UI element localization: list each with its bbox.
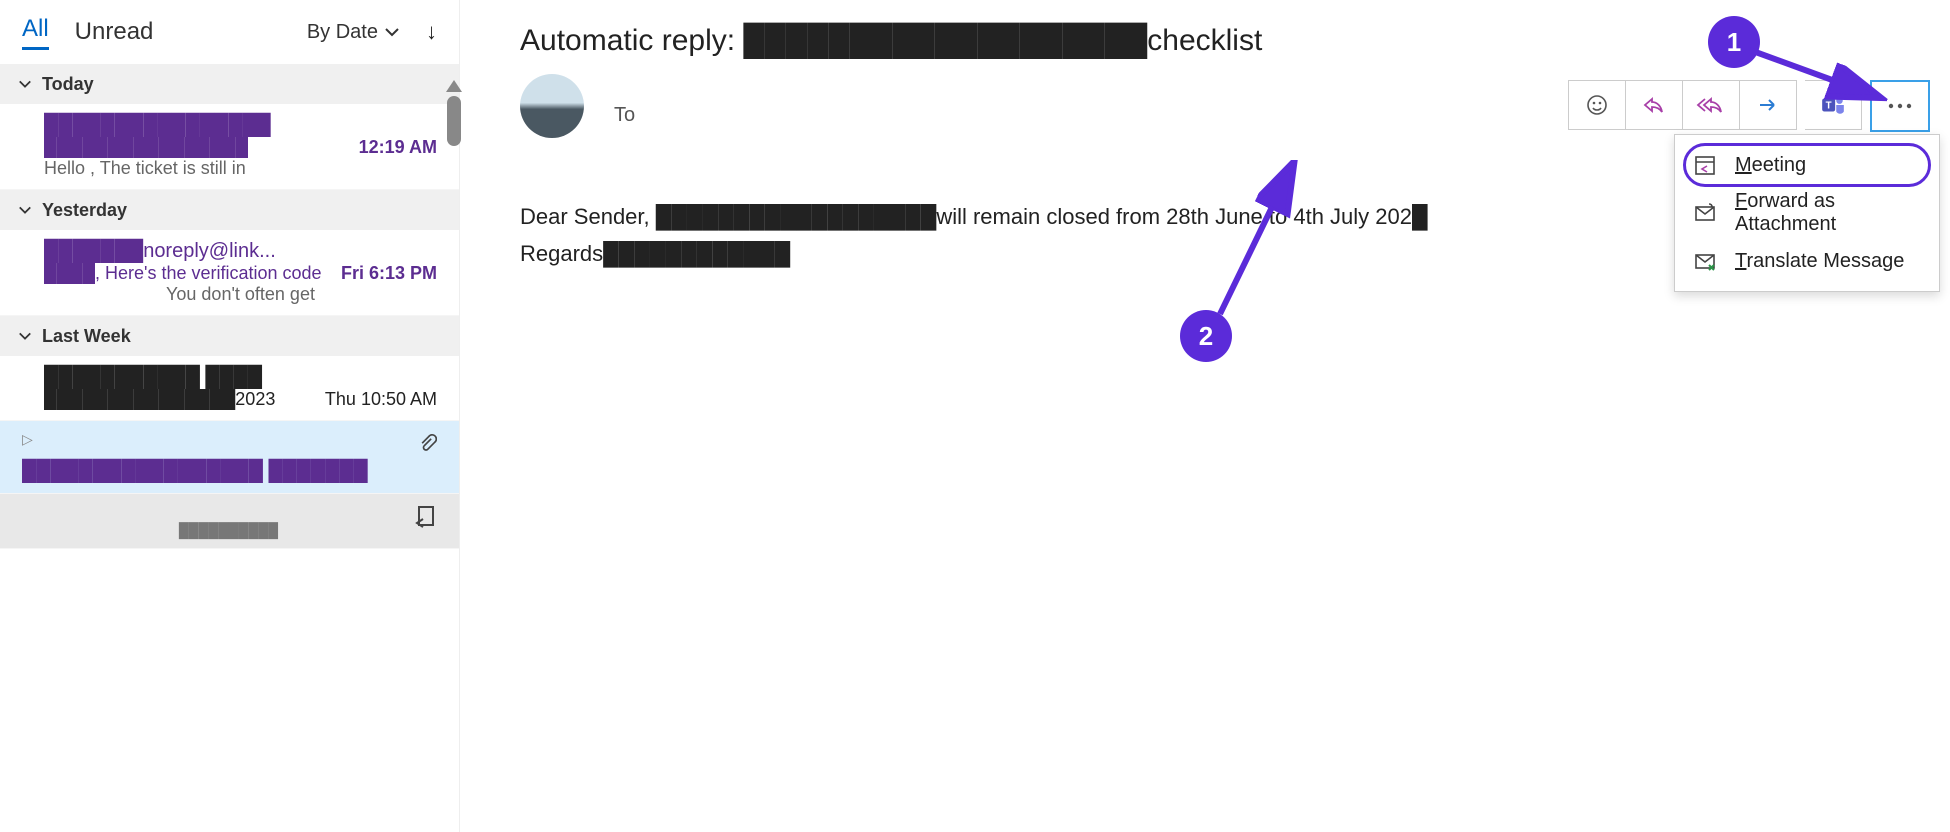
message-item-selected[interactable]: ▷ █████████████████ ███████ (0, 421, 459, 494)
translate-icon (1693, 249, 1717, 273)
email-subject: Automatic reply: ███████████████████chec… (520, 24, 1950, 58)
teams-button[interactable]: T (1805, 80, 1862, 130)
filter-tab-all[interactable]: All (22, 15, 49, 50)
ellipsis-icon (1887, 102, 1913, 110)
menu-label: Forward as AttachmentForward as Attachme… (1735, 190, 1921, 236)
body-line: Dear Sender, ██████████████████will rema… (520, 198, 1500, 235)
message-time: Thu 10:50 AM (325, 389, 437, 410)
sort-label: By Date (307, 21, 378, 44)
message-actions: T (1568, 80, 1930, 132)
message-preview: You don't often get (44, 284, 437, 305)
sender-avatar[interactable] (520, 74, 584, 138)
smiley-icon (1585, 93, 1609, 117)
svg-text:T: T (1826, 100, 1832, 111)
message-subject: ████, Here's the verification code (44, 263, 331, 284)
reply-icon (1641, 93, 1667, 117)
message-preview: Hello , The ticket is still in (44, 158, 437, 179)
filter-bar: All Unread By Date ↓ (0, 0, 459, 64)
teams-icon: T (1820, 92, 1846, 118)
reply-button[interactable] (1626, 80, 1683, 130)
reply-all-button[interactable] (1683, 80, 1740, 130)
message-sender: ███████noreply@link... (44, 240, 437, 263)
group-label: Last Week (42, 326, 131, 347)
message-time: 12:19 AM (359, 137, 437, 158)
menu-label: Translate MessageTranslate Message (1735, 250, 1904, 273)
menu-label: MMeetingeeting (1735, 154, 1806, 177)
message-item[interactable]: ███████noreply@link... ████, Here's the … (0, 230, 459, 316)
message-subject: █████████████████ ███████ (22, 460, 437, 483)
message-subject: ████████████████ (44, 137, 349, 158)
message-time: Fri 6:13 PM (341, 263, 437, 284)
calendar-reply-icon (1693, 153, 1717, 177)
react-button[interactable] (1568, 80, 1626, 130)
group-header-lastweek[interactable]: Last Week (0, 316, 459, 356)
menu-item-forward-attachment[interactable]: Forward as AttachmentForward as Attachme… (1675, 189, 1939, 237)
forward-attachment-icon (1693, 201, 1717, 225)
annotation-callout-2: 2 (1180, 310, 1232, 362)
group-header-today[interactable]: Today (0, 64, 459, 104)
chevron-down-icon (384, 24, 400, 40)
message-item[interactable]: ███████████ ████ ███████████████2023 Thu… (0, 356, 459, 421)
menu-item-meeting[interactable]: MMeetingeeting (1675, 141, 1939, 189)
forward-icon (1755, 93, 1781, 117)
chevron-down-icon (18, 77, 32, 91)
menu-item-translate[interactable]: Translate MessageTranslate Message (1675, 237, 1939, 285)
message-subject: ███████████████2023 (44, 389, 315, 410)
expand-icon[interactable]: ▷ (22, 431, 33, 447)
message-sender: ███████████ ████ (44, 366, 437, 389)
reply-all-icon (1696, 93, 1726, 117)
sort-direction-toggle[interactable]: ↓ (426, 19, 437, 45)
message-list-pane: All Unread By Date ↓ Today █████████████… (0, 0, 460, 832)
reading-pane: Automatic reply: ███████████████████chec… (500, 0, 1950, 273)
email-body: Dear Sender, ██████████████████will rema… (520, 198, 1500, 273)
forward-button[interactable] (1740, 80, 1797, 130)
message-item[interactable]: ██████████ (0, 494, 459, 549)
chevron-down-icon (18, 203, 32, 217)
group-label: Today (42, 74, 94, 95)
sort-by-date[interactable]: By Date (307, 21, 400, 44)
to-label: To (614, 104, 635, 127)
message-item[interactable]: ████████████████ ████████████████ 12:19 … (0, 104, 459, 190)
group-label: Yesterday (42, 200, 127, 221)
group-header-yesterday[interactable]: Yesterday (0, 190, 459, 230)
attachment-icon (417, 431, 437, 458)
more-actions-menu: MMeetingeeting Forward as AttachmentForw… (1674, 134, 1940, 292)
chevron-down-icon (18, 329, 32, 343)
more-actions-button[interactable] (1870, 80, 1930, 132)
body-line: Regards████████████ (520, 235, 1500, 272)
scrollbar[interactable] (444, 80, 464, 160)
message-sender: ████████████████ (44, 114, 437, 137)
filter-tab-unread[interactable]: Unread (75, 18, 154, 46)
message-subject: ██████████ (44, 504, 437, 538)
reply-status-icon (413, 504, 437, 533)
